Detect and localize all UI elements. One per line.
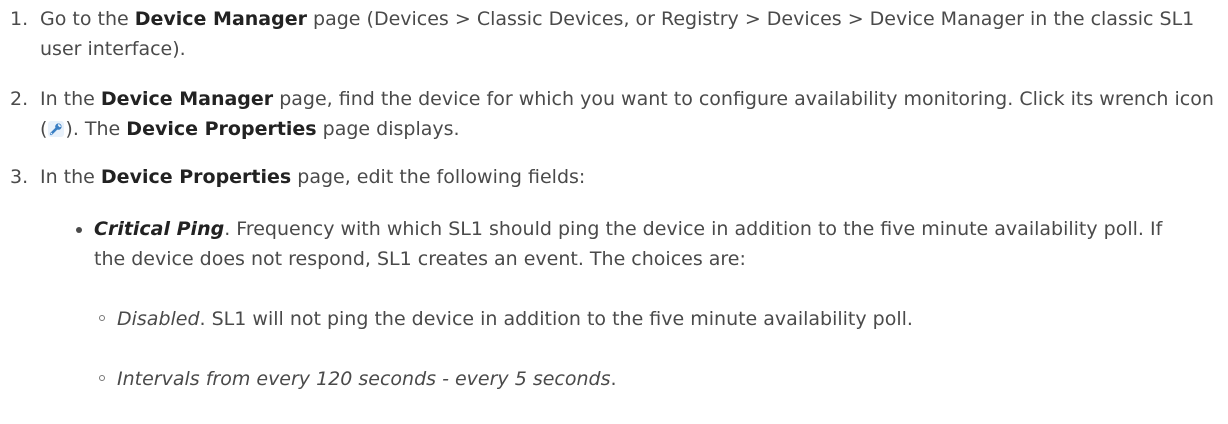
sub-bullet-ring bbox=[99, 375, 105, 381]
ui-label-device-properties: Device Properties bbox=[126, 118, 317, 140]
step-text-pre: Go to the bbox=[40, 8, 135, 30]
wrench-icon bbox=[48, 121, 65, 137]
ui-label-device-properties: Device Properties bbox=[100, 166, 292, 188]
ui-label-device-manager: Device Manager bbox=[134, 8, 307, 30]
choice-description: . SL1 will not ping the device in additi… bbox=[199, 308, 913, 330]
step-text: In the Device Properties page, edit the … bbox=[40, 162, 1222, 192]
step-number: 2. bbox=[10, 88, 29, 110]
step-text-pre: In the bbox=[40, 166, 101, 188]
step-number: 1. bbox=[10, 8, 29, 30]
ui-label-device-manager: Device Manager bbox=[100, 88, 274, 110]
choice-text: Disabled. SL1 will not ping the device i… bbox=[117, 304, 1208, 334]
field-description-text: . Frequency with which SL1 should ping t… bbox=[94, 218, 1163, 270]
choice-term: Intervals from every 120 seconds - every… bbox=[117, 368, 611, 390]
choice-text: Intervals from every 120 seconds - every… bbox=[117, 364, 1208, 394]
step-text-post: page, edit the following fields: bbox=[291, 166, 586, 188]
step-text-post: page displays. bbox=[316, 118, 460, 140]
step-text: Go to the Device Manager page (Devices >… bbox=[40, 4, 1222, 64]
document-body: 1. Go to the Device Manager page (Device… bbox=[0, 0, 1228, 424]
step-text-mid2: ). The bbox=[65, 118, 127, 140]
choice-description: . bbox=[610, 368, 617, 390]
bullet-dot bbox=[76, 227, 82, 233]
field-description: Critical Ping. Frequency with which SL1 … bbox=[94, 214, 1198, 274]
field-term: Critical Ping bbox=[94, 218, 225, 240]
choice-term: Disabled bbox=[117, 308, 200, 330]
step-text: In the Device Manager page, find the dev… bbox=[40, 84, 1222, 144]
step-text-pre: In the bbox=[40, 88, 101, 110]
step-number: 3. bbox=[10, 166, 29, 188]
sub-bullet-ring bbox=[99, 315, 105, 321]
